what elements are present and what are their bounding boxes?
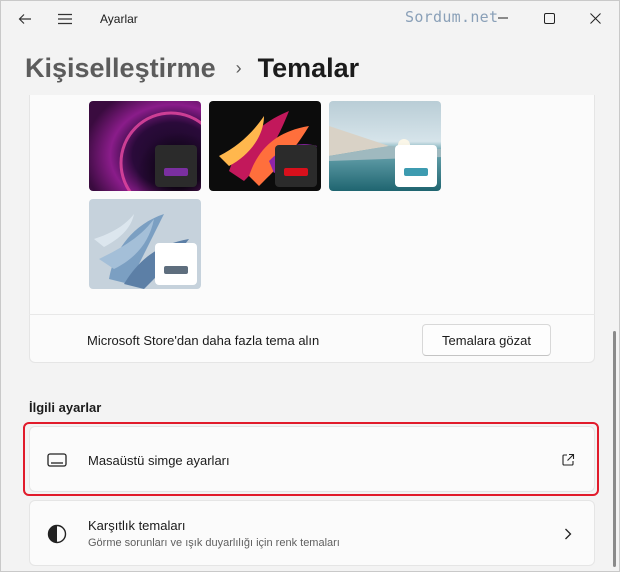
accent-color-bar [164,168,188,176]
store-text: Microsoft Store'dan daha fazla tema alın [87,333,320,348]
theme-tile-sunrise-lake[interactable] [329,101,441,191]
accent-color-bar [164,266,188,274]
close-button[interactable] [572,1,618,35]
contrast-icon [46,523,68,545]
chevron-right-icon [560,526,576,542]
theme-tile-bloom-light[interactable] [89,199,201,289]
maximize-icon [543,12,555,24]
breadcrumb: Kişiselleştirme › Temalar [25,48,359,88]
breadcrumb-parent-link[interactable]: Kişiselleştirme [25,53,216,84]
page-title: Temalar [257,52,360,83]
browse-themes-button[interactable]: Temalara gözat [422,324,551,356]
back-button[interactable] [9,1,41,37]
theme-color-badge [395,145,437,187]
theme-color-badge [155,145,197,187]
hamburger-menu-icon [58,13,72,25]
chevron-right-icon: › [235,57,242,78]
minimize-icon [498,17,508,19]
row-title: Karşıtlık temaları [88,518,186,533]
minimize-button[interactable] [480,1,526,35]
row-subtitle: Görme sorunları ve ışık duyarlılığı için… [88,537,340,549]
accent-color-bar [284,168,308,176]
navigation-menu-button[interactable] [49,1,81,37]
close-icon [589,12,601,24]
app-title: Ayarlar [100,12,138,26]
theme-tile-dark-glow[interactable] [89,101,201,191]
accent-color-bar [404,168,428,176]
theme-tile-flow[interactable] [209,101,321,191]
related-settings-heading: İlgili ayarlar [29,400,102,415]
theme-color-badge [275,145,317,187]
title-bar: Ayarlar Sordum.net [1,1,619,37]
theme-color-badge [155,243,197,285]
contrast-themes-row[interactable]: Karşıtlık temaları Görme sorunları ve ış… [29,500,595,566]
microsoft-store-row: Microsoft Store'dan daha fazla tema alın… [29,314,595,364]
scrollbar[interactable] [613,331,616,567]
maximize-button[interactable] [526,1,572,35]
highlight-box [23,422,599,496]
back-arrow-icon [18,14,31,24]
